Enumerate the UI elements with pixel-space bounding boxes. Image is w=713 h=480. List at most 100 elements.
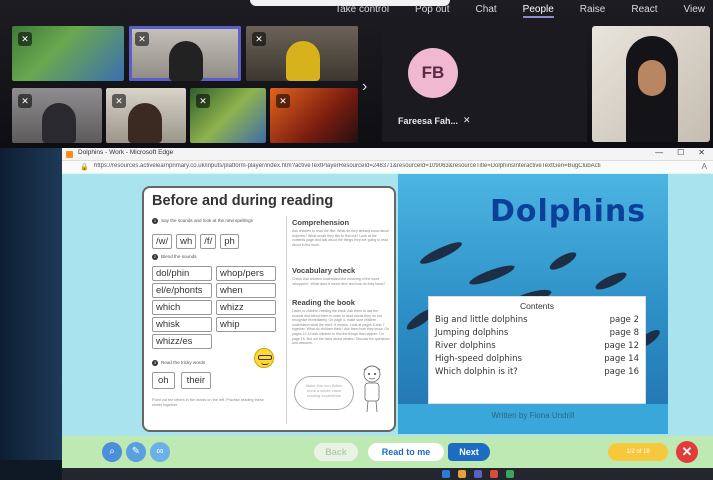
close-book-button[interactable]: ✕ bbox=[676, 441, 698, 463]
participant-tile[interactable]: ✕ bbox=[270, 88, 358, 143]
column-divider bbox=[286, 216, 287, 424]
toolbar-pop-out[interactable]: Pop out bbox=[415, 4, 449, 18]
minimize-icon[interactable]: — bbox=[655, 148, 663, 157]
glasses-icon[interactable]: ∞ bbox=[150, 442, 170, 462]
shared-browser-window: Dolphins - Work - Microsoft Edge — ☐ ✕ 🔒… bbox=[62, 148, 713, 480]
address-bar[interactable]: 🔒 https://resources.activelearnprimary.c… bbox=[62, 161, 713, 174]
comprehension-text: Ask children to read the title. What do … bbox=[292, 229, 390, 247]
contents-row[interactable]: Which dolphin is it? page 16 bbox=[435, 366, 639, 379]
window-title: Dolphins - Work - Microsoft Edge bbox=[78, 149, 174, 156]
taskbar-teams-icon[interactable] bbox=[474, 470, 482, 478]
author-credit: Written by Fiona Undrill bbox=[491, 411, 575, 420]
tricky-word-box: their bbox=[180, 372, 212, 389]
url-text[interactable]: https://resources.activelearnprimary.co.… bbox=[94, 163, 684, 169]
self-video-tile[interactable] bbox=[592, 26, 710, 142]
mic-muted-icon: ✕ bbox=[276, 94, 290, 108]
taskbar-app-icon[interactable] bbox=[506, 470, 514, 478]
step-number-icon: 3 bbox=[152, 360, 158, 366]
contents-row[interactable]: High-speed dolphins page 14 bbox=[435, 353, 639, 366]
tricky-word-box: oh bbox=[152, 372, 175, 389]
participant-tile[interactable]: ✕ bbox=[12, 26, 124, 81]
zoom-icon[interactable]: ⌕ bbox=[102, 442, 122, 462]
app-icon bbox=[66, 151, 73, 158]
taskbar-left-strip bbox=[0, 460, 62, 480]
contents-item: Which dolphin is it? bbox=[435, 367, 518, 377]
toolbar-chat[interactable]: Chat bbox=[476, 4, 497, 18]
toolbar-react[interactable]: React bbox=[631, 4, 657, 18]
player-controls: ⌕ ✎ ∞ Back Read to me Next 1/2 of 18 ✕ bbox=[62, 436, 713, 468]
read-to-me-button[interactable]: Read to me bbox=[368, 443, 444, 461]
windows-taskbar bbox=[62, 468, 713, 480]
participant-video bbox=[286, 41, 320, 81]
pen-icon[interactable]: ✎ bbox=[126, 442, 146, 462]
toolbar-raise[interactable]: Raise bbox=[580, 4, 606, 18]
toolbar-people[interactable]: People bbox=[522, 4, 554, 18]
contents-heading: Contents bbox=[519, 301, 555, 311]
sound-box: wh bbox=[176, 234, 197, 249]
sound-box: ph bbox=[220, 234, 239, 249]
step-2: 2 Blend the sounds bbox=[152, 254, 197, 260]
mic-muted-icon: ✕ bbox=[463, 115, 471, 125]
contents-page: page 2 bbox=[609, 315, 639, 325]
sound-boxes: /w/ wh /f/ ph bbox=[152, 234, 239, 249]
taskbar-edge-icon[interactable] bbox=[442, 470, 450, 478]
mic-muted-icon: ✕ bbox=[18, 32, 32, 46]
window-controls: — ☐ ✕ bbox=[655, 148, 705, 157]
word-box: which bbox=[152, 300, 212, 315]
back-button[interactable]: Back bbox=[314, 443, 358, 461]
participant-video bbox=[128, 103, 162, 143]
fineprint-note: Point out the letters in the words on th… bbox=[152, 398, 264, 407]
participant-tile[interactable]: ✕ bbox=[246, 26, 358, 81]
contents-page: page 14 bbox=[604, 354, 639, 364]
reading-text: Listen to children reading the book. Ask… bbox=[292, 309, 390, 346]
step-1: 1 Say the sounds and look at the new spel… bbox=[152, 218, 253, 224]
next-button[interactable]: Next bbox=[448, 443, 490, 461]
book-cover-page: Dolphins Contents Big and little dolphin… bbox=[398, 174, 668, 434]
mic-muted-icon: ✕ bbox=[112, 94, 126, 108]
mic-muted-icon: ✕ bbox=[135, 32, 149, 46]
self-video-face bbox=[638, 60, 666, 96]
step-1-text: Say the sounds and look at the new spell… bbox=[161, 218, 253, 224]
step-number-icon: 2 bbox=[152, 254, 158, 260]
vocabulary-heading: Vocabulary check bbox=[292, 266, 356, 275]
participant-gallery: ✕ ✕ ✕ ✕ ✕ ✕ ✕ bbox=[12, 26, 358, 148]
taskbar-app-icon[interactable] bbox=[490, 470, 498, 478]
contents-row[interactable]: River dolphins page 12 bbox=[435, 340, 639, 353]
chevron-right-icon[interactable]: › bbox=[362, 78, 367, 96]
lock-icon: 🔒 bbox=[80, 164, 89, 171]
contents-page: page 12 bbox=[604, 341, 639, 351]
step-2-text: Blend the sounds bbox=[161, 254, 197, 260]
sound-box: /w/ bbox=[152, 234, 173, 249]
participant-tile[interactable]: ✕ bbox=[129, 26, 241, 81]
toolbar-take-control[interactable]: Take control bbox=[335, 4, 389, 18]
smiley-glasses-icon bbox=[254, 348, 274, 368]
contents-page: page 8 bbox=[609, 328, 639, 338]
participant-video bbox=[42, 103, 76, 143]
word-box: whop/pers bbox=[216, 266, 276, 281]
contents-row[interactable]: Big and little dolphins page 2 bbox=[435, 314, 639, 327]
meeting-stage: Take control Pop out Chat People Raise R… bbox=[0, 0, 713, 148]
close-icon[interactable]: ✕ bbox=[698, 148, 705, 157]
page-indicator[interactable]: 1/2 of 18 bbox=[608, 443, 668, 461]
sound-box: /f/ bbox=[200, 234, 217, 249]
book-title: Dolphins bbox=[490, 194, 647, 229]
word-box: when bbox=[216, 283, 276, 298]
participant-tile[interactable]: ✕ bbox=[12, 88, 102, 143]
avatar: FB bbox=[408, 48, 458, 98]
participant-video bbox=[169, 41, 203, 81]
contents-row[interactable]: Jumping dolphins page 8 bbox=[435, 327, 639, 340]
page-title: Before and during reading bbox=[152, 193, 334, 209]
reading-heading: Reading the book bbox=[292, 298, 355, 307]
read-aloud-icon[interactable]: A bbox=[702, 162, 707, 171]
word-box: el/e/phonts bbox=[152, 283, 212, 298]
participant-tile[interactable]: ✕ bbox=[190, 88, 266, 143]
word-box: whisk bbox=[152, 317, 212, 332]
featured-participant-tile[interactable]: FB Fareesa Fah... ✕ bbox=[382, 26, 587, 142]
participant-tile[interactable]: ✕ bbox=[106, 88, 186, 143]
word-box: whip bbox=[216, 317, 276, 332]
maximize-icon[interactable]: ☐ bbox=[677, 148, 684, 157]
child-illustration bbox=[363, 365, 381, 413]
taskbar-folder-icon[interactable] bbox=[458, 470, 466, 478]
toolbar-view[interactable]: View bbox=[684, 4, 706, 18]
step-3: 3 Read the tricky words bbox=[152, 360, 205, 366]
